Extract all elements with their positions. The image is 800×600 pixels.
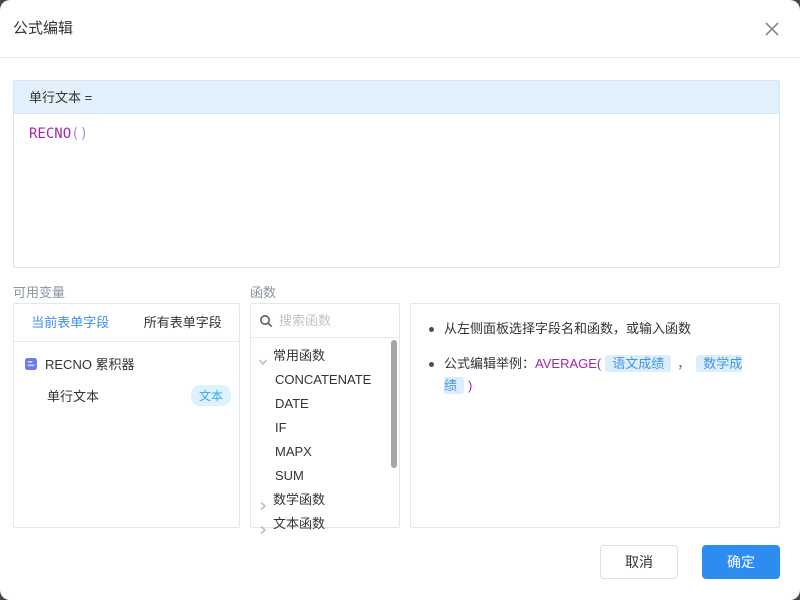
bullet-icon xyxy=(429,327,434,332)
tip-example-prefix: 公式编辑举例： xyxy=(444,356,535,371)
formula-edit-dialog: 公式编辑 单行文本 = RECNO() 可用变量 函数 当前表单字段 所有表单字… xyxy=(0,0,800,600)
tree-item-concatenate[interactable]: CONCATENATE xyxy=(251,368,399,392)
tree-item-label: IF xyxy=(275,416,287,440)
example-function-open: AVERAGE( xyxy=(535,356,601,371)
dialog-header: 公式编辑 xyxy=(0,0,800,58)
variable-field-row[interactable]: 单行文本 文本 xyxy=(14,377,239,410)
chevron-right-icon xyxy=(258,519,268,529)
search-icon xyxy=(259,314,273,328)
function-search-input[interactable] xyxy=(279,313,391,328)
tip-row-2: 公式编辑举例：AVERAGE(语文成绩，数学成绩) xyxy=(427,353,763,397)
tree-item-label: CONCATENATE xyxy=(275,368,371,392)
functions-section-label: 函数 xyxy=(250,282,276,301)
example-field-chip-1: 语文成绩 xyxy=(605,355,671,372)
variables-tabs: 当前表单字段 所有表单字段 xyxy=(14,304,239,342)
formula-editor: 单行文本 = RECNO() xyxy=(13,80,780,268)
tree-group-label: 常用函数 xyxy=(273,344,325,368)
scrollbar-thumb[interactable] xyxy=(391,340,397,468)
close-icon[interactable] xyxy=(762,19,782,39)
tab-current-form-fields[interactable]: 当前表单字段 xyxy=(14,304,127,341)
confirm-button[interactable]: 确定 xyxy=(702,545,780,579)
dialog-title: 公式编辑 xyxy=(13,0,73,58)
functions-panel: 常用函数 CONCATENATE DATE IF MAPX SUM 数学函数 文… xyxy=(250,303,400,528)
variable-group-row[interactable]: RECNO 累积器 xyxy=(14,342,239,377)
tree-group-math-functions[interactable]: 数学函数 xyxy=(251,488,399,512)
function-tree: 常用函数 CONCATENATE DATE IF MAPX SUM 数学函数 文… xyxy=(251,338,399,542)
example-separator: ， xyxy=(677,356,690,371)
tree-group-label: 数学函数 xyxy=(273,488,325,512)
tree-item-label: MAPX xyxy=(275,440,312,464)
form-icon xyxy=(24,357,38,371)
tip-text: 从左侧面板选择字段名和函数，或输入函数 xyxy=(444,318,691,340)
tree-item-sum[interactable]: SUM xyxy=(251,464,399,488)
tree-group-label: 文本函数 xyxy=(273,512,325,536)
cancel-button[interactable]: 取消 xyxy=(600,545,678,579)
formula-function-name: RECNO xyxy=(29,126,71,142)
tree-item-label: SUM xyxy=(275,464,304,488)
tab-all-form-fields[interactable]: 所有表单字段 xyxy=(127,304,240,341)
tree-item-date[interactable]: DATE xyxy=(251,392,399,416)
tip-example: 公式编辑举例：AVERAGE(语文成绩，数学成绩) xyxy=(444,353,763,397)
formula-target-label: 单行文本 = xyxy=(14,81,779,114)
variables-panel: 当前表单字段 所有表单字段 RECNO 累积器 单行文本 文本 xyxy=(13,303,240,528)
formula-parens: () xyxy=(71,126,88,142)
tree-item-mapx[interactable]: MAPX xyxy=(251,440,399,464)
tree-group-common-functions[interactable]: 常用函数 xyxy=(251,344,399,368)
chevron-down-icon xyxy=(258,351,268,361)
variables-section-label: 可用变量 xyxy=(13,282,65,301)
field-type-badge: 文本 xyxy=(191,385,231,406)
tip-row-1: 从左侧面板选择字段名和函数，或输入函数 xyxy=(427,318,763,340)
variable-group-label: RECNO 累积器 xyxy=(45,354,135,373)
formula-code-area[interactable]: RECNO() xyxy=(14,114,779,267)
function-search-row xyxy=(251,304,399,338)
variable-field-label: 单行文本 xyxy=(47,386,99,405)
tips-panel: 从左侧面板选择字段名和函数，或输入函数 公式编辑举例：AVERAGE( 语文成绩 ，… xyxy=(410,303,780,528)
tree-group-text-functions[interactable]: 文本函数 xyxy=(251,512,399,536)
example-function-close: ) xyxy=(468,378,472,393)
tree-item-if[interactable]: IF xyxy=(251,416,399,440)
chevron-right-icon xyxy=(258,495,268,505)
bullet-icon xyxy=(429,362,434,367)
tree-item-label: DATE xyxy=(275,392,309,416)
